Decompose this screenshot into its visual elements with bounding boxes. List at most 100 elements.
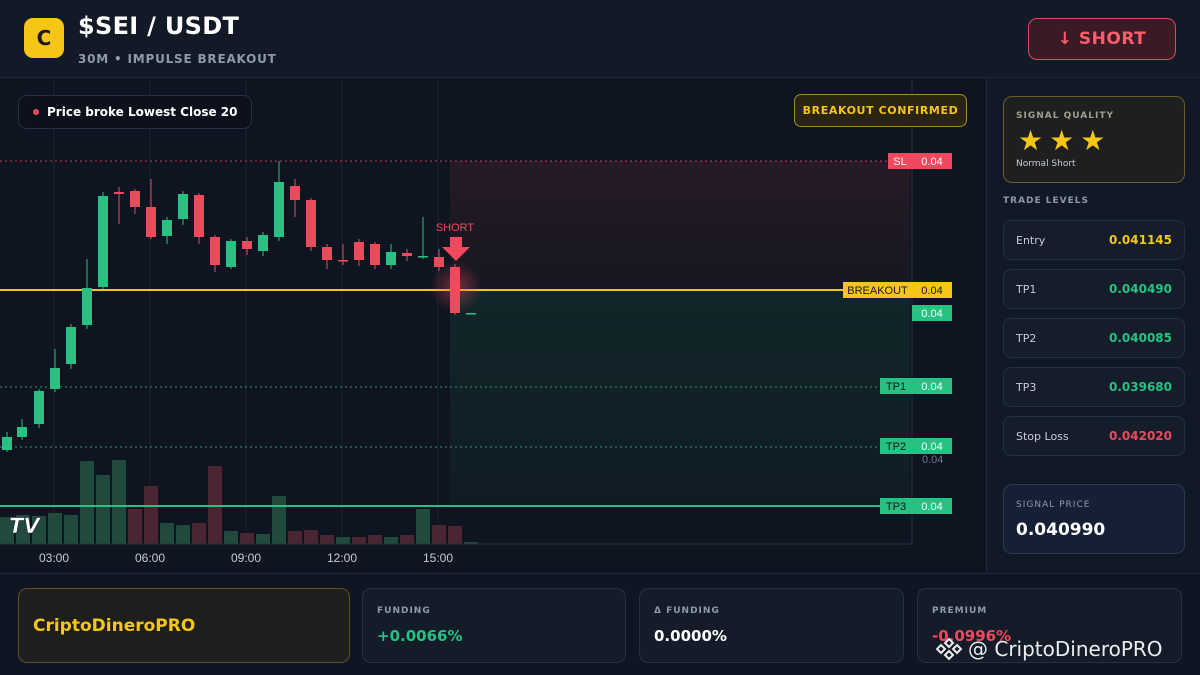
candle-body (242, 241, 252, 249)
candle-body (322, 247, 332, 260)
time-label: 09:00 (231, 551, 261, 565)
level-card-tp1: TP1 0.040490 (1003, 269, 1185, 309)
signal-sidebar: SIGNAL QUALITY ★ ★ ★ Normal Short TRADE LE… (986, 79, 1200, 572)
candle-body (402, 253, 412, 256)
current-price-value: 0.04 (921, 308, 942, 320)
volume-bar (48, 513, 62, 544)
time-label: 15:00 (423, 551, 453, 565)
candle-body (114, 192, 124, 194)
candle-body (466, 313, 476, 315)
level-value: 0.042020 (1108, 429, 1172, 443)
candle-body (226, 241, 236, 267)
volume-bar (384, 537, 398, 544)
candle-body (146, 207, 156, 237)
candle-body (338, 260, 348, 262)
breakout-name: BREAKOUT (847, 285, 908, 297)
level-card-stop-loss: Stop Loss 0.042020 (1003, 416, 1185, 456)
candle-body (34, 391, 44, 424)
candle-body (50, 368, 60, 389)
entry-glow (430, 261, 482, 313)
header-bar: C $SEI / USDT 30M • IMPULSE BREAKOUT ↓ S… (0, 0, 1200, 78)
coin-logo-icon: C (24, 18, 64, 58)
volume-bar (64, 515, 78, 544)
candle-body (194, 195, 204, 237)
signal-quality-card: SIGNAL QUALITY ★ ★ ★ Normal Short (1003, 96, 1185, 183)
candle-body (370, 244, 380, 265)
level-name: TP3 (1016, 380, 1037, 394)
volume-bar (336, 537, 350, 544)
star-icon: ★ (1080, 124, 1106, 157)
level-card-tp2: TP2 0.040085 (1003, 318, 1185, 358)
candle-body (82, 288, 92, 325)
breakout-value: 0.04 (921, 285, 942, 297)
candle-body (2, 437, 12, 450)
volume-bar (352, 537, 366, 544)
level-value: 0.040085 (1108, 331, 1172, 345)
star-icon: ★ (1049, 124, 1075, 157)
volume-bar (128, 509, 142, 544)
candle-body (274, 182, 284, 237)
breakout-confirmed-badge: BREAKOUT CONFIRMED (794, 94, 967, 127)
volume-bar (368, 535, 382, 544)
sl-value: 0.04 (921, 156, 942, 168)
volume-bar (144, 486, 158, 544)
volume-bar (224, 531, 238, 544)
svg-text:TV: TV (9, 514, 41, 538)
delta-funding-card: Δ FUNDING 0.0000% (639, 588, 904, 663)
pair-title: $SEI / USDT (78, 12, 240, 40)
short-marker-label: SHORT (436, 222, 475, 234)
volume-bar (256, 534, 270, 544)
candlestick-chart[interactable]: SHORT 03:00 06:00 09:00 12:00 15:00 SL 0.04 BR… (0, 79, 985, 572)
volume-bar (80, 461, 94, 544)
volume-bars (0, 460, 478, 544)
candle-body (162, 220, 172, 236)
level-value: 0.041145 (1108, 233, 1172, 247)
funding-label: FUNDING (377, 606, 431, 616)
tp2-value: 0.04 (921, 441, 942, 453)
time-label: 12:00 (327, 551, 357, 565)
candle-body (306, 200, 316, 247)
price-scale-label: 0.04 (922, 454, 943, 466)
candle-body (98, 196, 108, 287)
breakout-alert-text: Price broke Lowest Close 20 (47, 105, 238, 119)
tp3-value: 0.04 (921, 501, 942, 513)
candle-body (290, 186, 300, 200)
volume-bar (304, 530, 318, 544)
candle-body (354, 242, 364, 260)
volume-bar (96, 475, 110, 544)
tp1-value: 0.04 (921, 381, 942, 393)
timeframe-subtitle: 30M • IMPULSE BREAKOUT (78, 52, 277, 66)
breakout-alert: Price broke Lowest Close 20 (18, 95, 253, 129)
tradingview-logo-icon: TV (9, 514, 42, 539)
volume-bar (432, 525, 446, 544)
quality-stars: ★ ★ ★ (1018, 127, 1105, 155)
trade-levels-title: TRADE LEVELS (1003, 196, 1089, 206)
tp3-name: TP3 (886, 501, 906, 513)
candle-body (258, 235, 268, 251)
candle-body (66, 327, 76, 364)
take-profit-zone (450, 290, 910, 505)
signal-quality-text: Normal Short (1016, 159, 1076, 169)
stop-loss-zone (450, 161, 910, 290)
short-signal-button[interactable]: ↓ SHORT (1028, 18, 1176, 60)
chart-panel[interactable]: SHORT 03:00 06:00 09:00 12:00 15:00 SL 0.04 BR… (0, 79, 985, 572)
brand-card: CriptoDineroPRO (18, 588, 350, 663)
volume-bar (272, 496, 286, 544)
level-value: 0.039680 (1108, 380, 1172, 394)
candles (2, 161, 476, 452)
volume-bar (176, 525, 190, 544)
level-name: TP1 (1016, 282, 1037, 296)
candle-body (210, 237, 220, 265)
funding-value: +0.0066% (377, 627, 463, 645)
candle-body (130, 191, 140, 207)
candle-body (178, 194, 188, 219)
volume-bar (448, 526, 462, 544)
signal-price-card: SIGNAL PRICE 0.040990 (1003, 484, 1185, 554)
time-label: 06:00 (135, 551, 165, 565)
signal-price-label: SIGNAL PRICE (1016, 500, 1091, 510)
level-value: 0.040490 (1108, 282, 1172, 296)
tp2-name: TP2 (886, 441, 906, 453)
level-name: Stop Loss (1016, 429, 1069, 443)
candle-body (418, 256, 428, 258)
volume-bar (192, 523, 206, 544)
